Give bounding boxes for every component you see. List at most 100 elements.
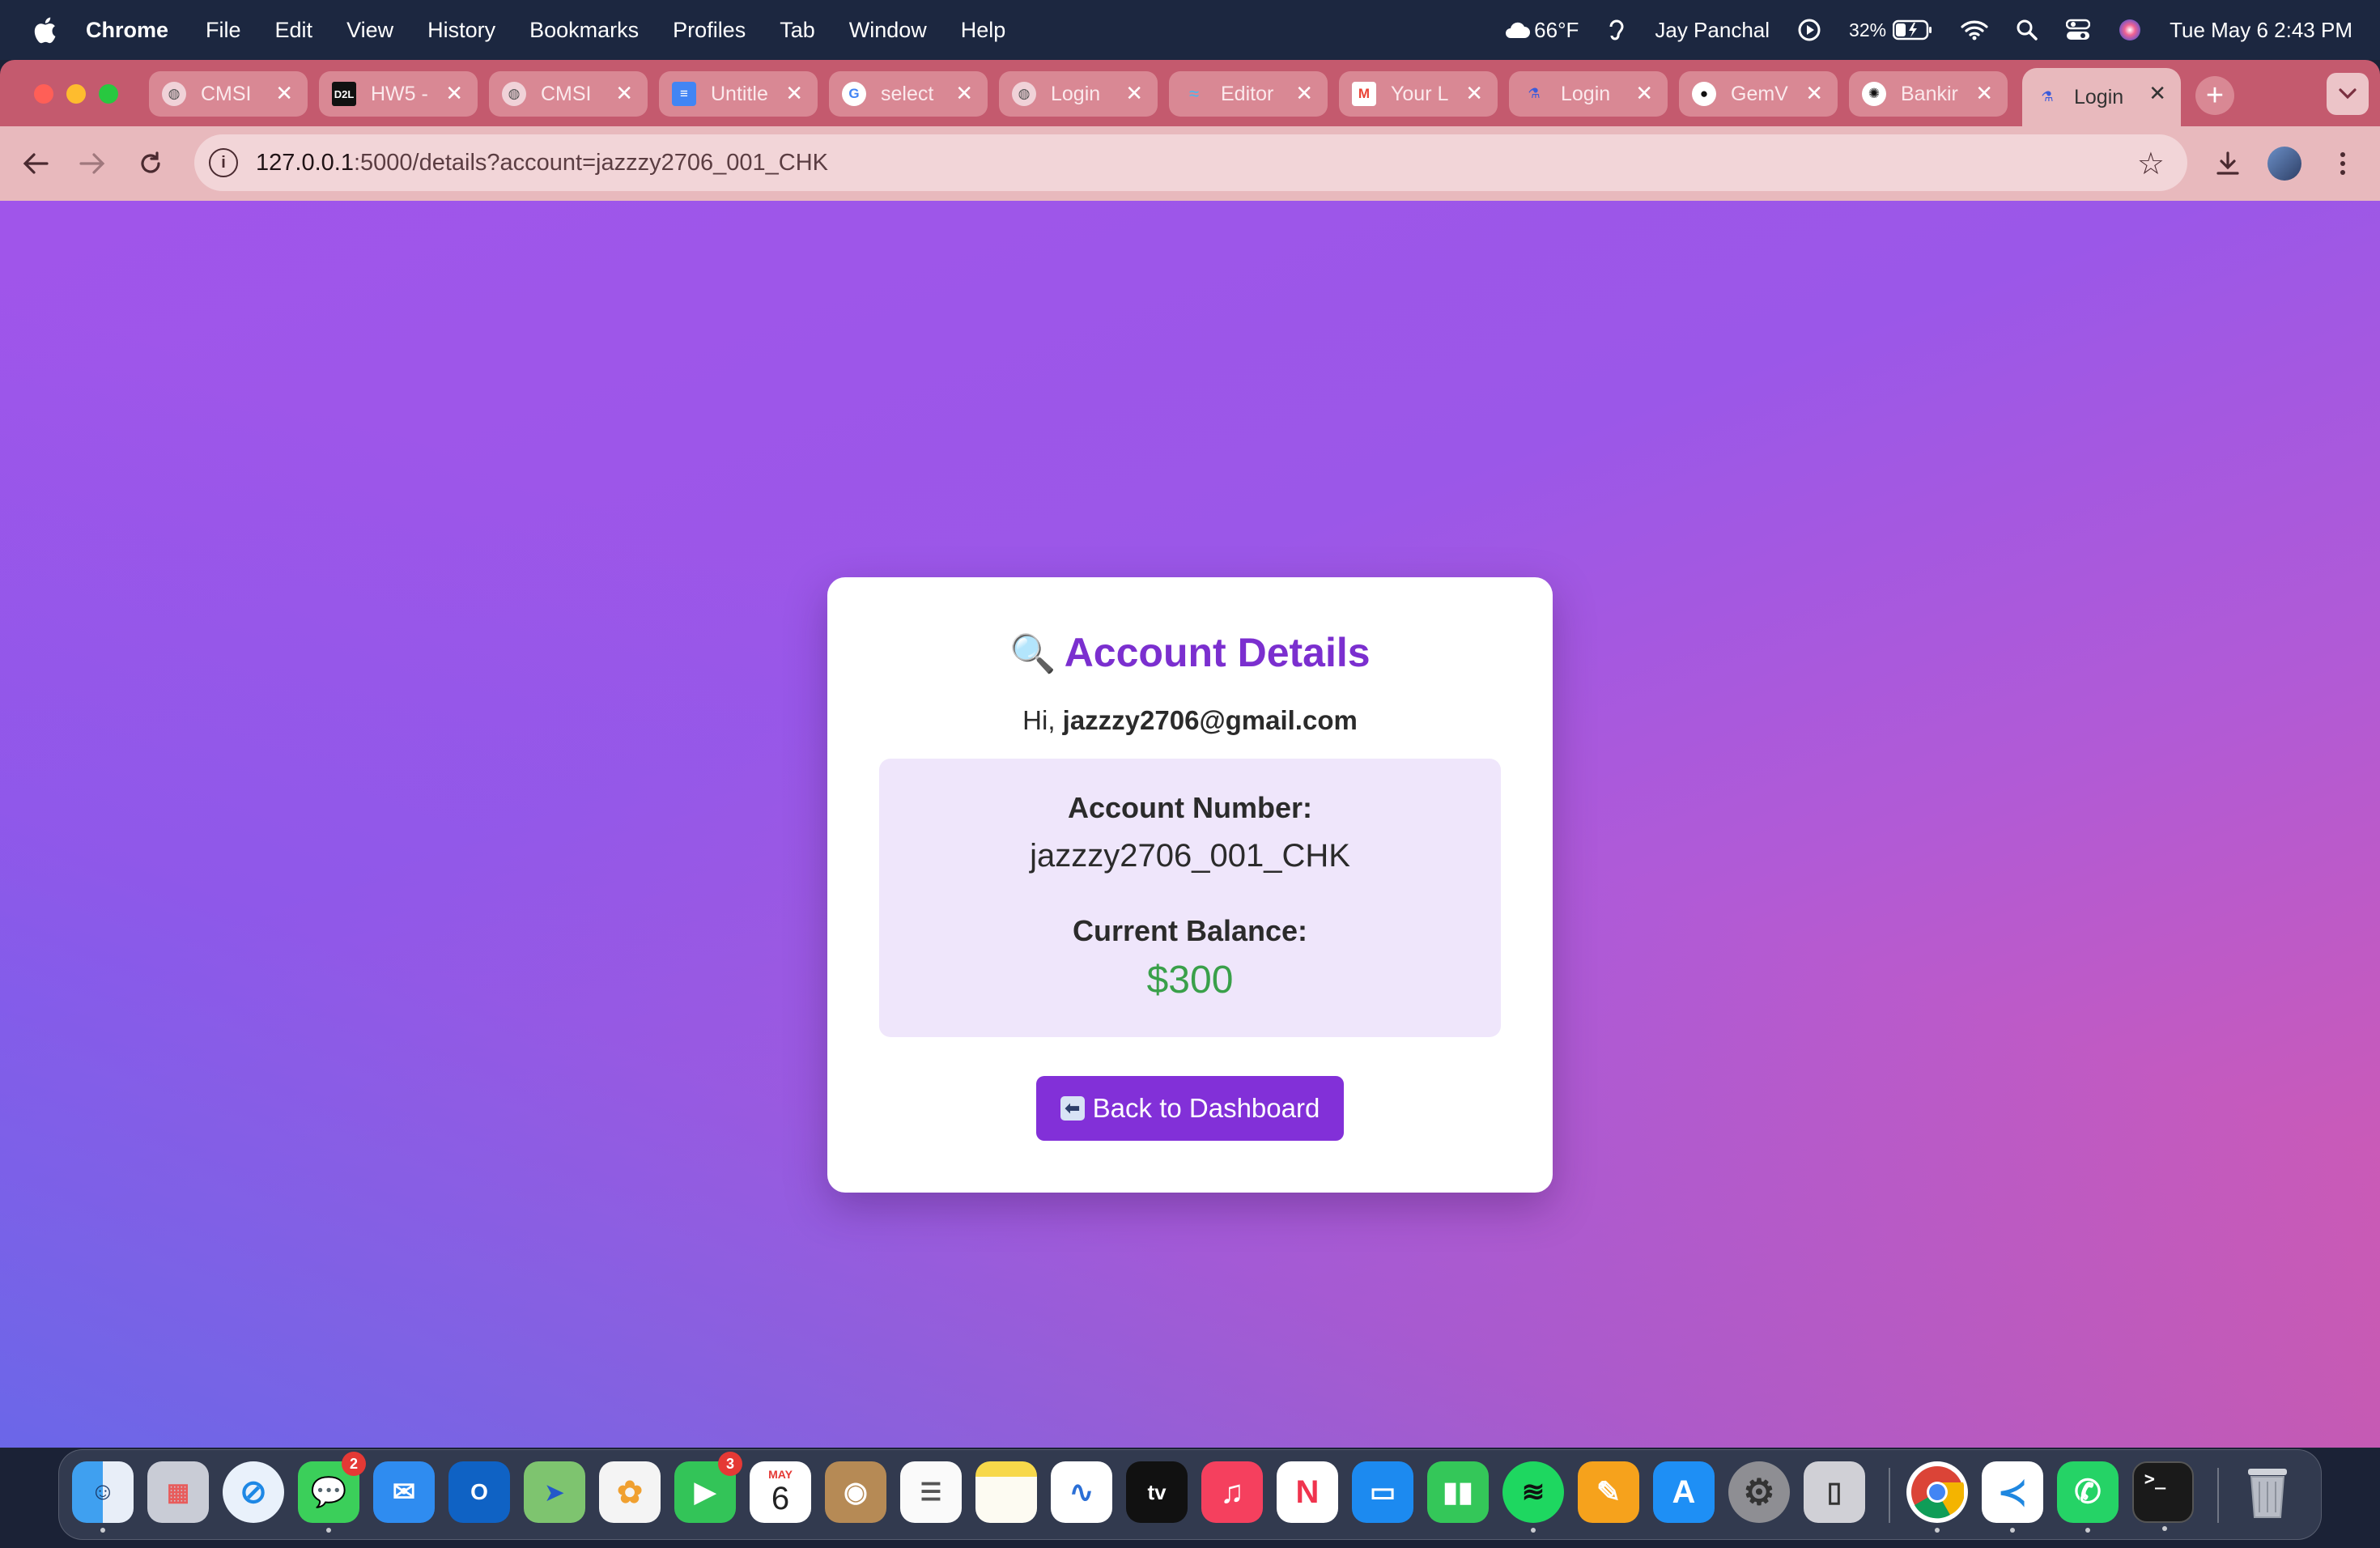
back-to-dashboard-button[interactable]: ⬅ Back to Dashboard xyxy=(1036,1076,1344,1141)
menu-view[interactable]: View xyxy=(346,18,393,43)
close-tab-icon[interactable]: ✕ xyxy=(1975,81,1993,106)
tab-cmsi-2[interactable]: ◍ CMSI ✕ xyxy=(489,71,648,117)
settings-icon[interactable]: ⚙ xyxy=(1728,1461,1790,1523)
openai-icon: ✺ xyxy=(1862,82,1886,106)
notification-badge: 2 xyxy=(342,1452,366,1476)
battery-status[interactable]: 32% xyxy=(1849,19,1933,41)
menu-tab[interactable]: Tab xyxy=(780,18,815,43)
close-tab-icon[interactable]: ✕ xyxy=(1125,81,1143,106)
tab-title: select xyxy=(881,82,934,105)
tab-editor[interactable]: ≈ Editor ✕ xyxy=(1169,71,1328,117)
siri-icon[interactable] xyxy=(2118,18,2142,42)
user-name[interactable]: Jay Panchal xyxy=(1655,18,1770,43)
mail-icon[interactable]: ✉ xyxy=(373,1461,435,1523)
chrome-logo-icon xyxy=(1911,1466,1964,1519)
downloads-button[interactable] xyxy=(2208,144,2247,183)
close-tab-icon[interactable]: ✕ xyxy=(785,81,803,106)
tab-cmsi-1[interactable]: ◍ CMSI ✕ xyxy=(149,71,308,117)
whatsapp-icon[interactable]: ✆ xyxy=(2057,1461,2119,1533)
close-tab-icon[interactable]: ✕ xyxy=(955,81,973,106)
tv-icon[interactable]: tv xyxy=(1126,1461,1188,1523)
trash-can-icon xyxy=(2248,1469,2287,1518)
keynote-icon[interactable]: ▭ xyxy=(1352,1461,1413,1523)
terminal-icon[interactable]: >_ xyxy=(2132,1461,2194,1531)
contacts-icon[interactable]: ◉ xyxy=(825,1461,886,1523)
spotlight-search-icon[interactable] xyxy=(2016,19,2038,41)
tab-hw5[interactable]: D2L HW5 - ✕ xyxy=(319,71,478,117)
outlook-icon[interactable]: O xyxy=(448,1461,510,1523)
numbers-icon[interactable]: ▮▮ xyxy=(1427,1461,1489,1523)
appstore-icon[interactable]: A xyxy=(1653,1461,1715,1523)
close-tab-icon[interactable]: ✕ xyxy=(1465,81,1483,106)
back-nav-button[interactable] xyxy=(16,144,55,183)
menu-app-name[interactable]: Chrome xyxy=(86,18,168,43)
play-circle-icon[interactable] xyxy=(1797,18,1821,42)
weather-status[interactable]: 66°F xyxy=(1503,18,1579,43)
close-tab-icon[interactable]: ✕ xyxy=(2148,81,2166,106)
flask-icon: ⚗ xyxy=(2041,89,2054,104)
close-tab-icon[interactable]: ✕ xyxy=(1295,81,1313,106)
chrome-menu-button[interactable] xyxy=(2323,144,2362,183)
minimize-window-button[interactable] xyxy=(66,84,86,104)
reminders-icon[interactable]: ☰ xyxy=(900,1461,962,1523)
control-center-icon[interactable] xyxy=(2066,19,2091,41)
maps-icon[interactable]: ➤ xyxy=(524,1461,585,1523)
safari-icon[interactable]: ⊘ xyxy=(223,1461,284,1523)
close-tab-icon[interactable]: ✕ xyxy=(1805,81,1823,106)
freeform-icon[interactable]: ∿ xyxy=(1051,1461,1112,1523)
tab-login-2[interactable]: ⚗ Login ✕ xyxy=(1509,71,1668,117)
menu-history[interactable]: History xyxy=(427,18,495,43)
chrome-icon[interactable] xyxy=(1906,1461,1968,1533)
menu-help[interactable]: Help xyxy=(961,18,1006,43)
vscode-icon[interactable]: ≺ xyxy=(1982,1461,2043,1533)
menu-window[interactable]: Window xyxy=(849,18,927,43)
address-bar[interactable]: i 127.0.0.1:5000/details?account=jazzzy2… xyxy=(194,134,2187,191)
site-info-icon[interactable]: i xyxy=(209,148,238,177)
tab-untitled-doc[interactable]: ≡ Untitle ✕ xyxy=(659,71,818,117)
globe-icon: ◍ xyxy=(162,82,186,106)
close-window-button[interactable] xyxy=(34,84,53,104)
close-tab-icon[interactable]: ✕ xyxy=(445,81,463,106)
photos-icon[interactable]: ✿ xyxy=(599,1461,661,1523)
menu-edit[interactable]: Edit xyxy=(275,18,313,43)
clock[interactable]: Tue May 6 2:43 PM xyxy=(2170,18,2352,43)
close-tab-icon[interactable]: ✕ xyxy=(615,81,633,106)
forward-nav-button[interactable] xyxy=(73,144,112,183)
avatar xyxy=(2267,147,2301,181)
news-icon[interactable]: N xyxy=(1277,1461,1338,1523)
reload-button[interactable] xyxy=(131,144,170,183)
url-text[interactable]: 127.0.0.1:5000/details?account=jazzzy270… xyxy=(256,150,828,176)
facetime-icon[interactable]: ▶ 3 xyxy=(674,1452,742,1523)
pages-icon[interactable]: ✎ xyxy=(1578,1461,1639,1523)
finder-icon[interactable]: ☺ xyxy=(72,1461,134,1533)
menu-profiles[interactable]: Profiles xyxy=(673,18,746,43)
zoom-window-button[interactable] xyxy=(99,84,118,104)
tv-label: tv xyxy=(1147,1479,1167,1504)
menu-bookmarks[interactable]: Bookmarks xyxy=(529,18,639,43)
siri-ear-icon[interactable] xyxy=(1606,17,1627,43)
trash-icon[interactable] xyxy=(2237,1461,2298,1523)
spotify-icon[interactable]: ≋ xyxy=(1502,1461,1564,1533)
tab-google-search[interactable]: G select ✕ xyxy=(829,71,988,117)
notes-icon[interactable] xyxy=(975,1461,1037,1523)
tab-search-button[interactable] xyxy=(2327,73,2369,115)
calendar-icon[interactable]: MAY 6 xyxy=(750,1461,811,1523)
bookmark-star-icon[interactable]: ☆ xyxy=(2137,146,2165,182)
tab-login-1[interactable]: ◍ Login ✕ xyxy=(999,71,1158,117)
music-icon[interactable]: ♫ xyxy=(1201,1461,1263,1523)
greeting: Hi, jazzzy2706@gmail.com xyxy=(827,705,1553,736)
tab-login-active[interactable]: ⚗ Login ✕ xyxy=(2022,68,2181,126)
tab-gmail[interactable]: M Your L ✕ xyxy=(1339,71,1498,117)
tab-github[interactable]: ● GemV ✕ xyxy=(1679,71,1838,117)
messages-icon[interactable]: 💬 2 xyxy=(298,1452,366,1533)
close-tab-icon[interactable]: ✕ xyxy=(275,81,293,106)
profile-avatar-button[interactable] xyxy=(2265,144,2304,183)
new-tab-button[interactable]: + xyxy=(2195,76,2234,115)
wifi-icon[interactable] xyxy=(1961,19,1988,40)
apple-logo-icon[interactable] xyxy=(32,16,57,44)
iphone-mirroring-icon[interactable]: ▯ xyxy=(1804,1461,1865,1523)
launchpad-icon[interactable]: ▦ xyxy=(147,1461,209,1523)
close-tab-icon[interactable]: ✕ xyxy=(1635,81,1653,106)
tab-banking[interactable]: ✺ Bankir ✕ xyxy=(1849,71,2008,117)
menu-file[interactable]: File xyxy=(206,18,241,43)
